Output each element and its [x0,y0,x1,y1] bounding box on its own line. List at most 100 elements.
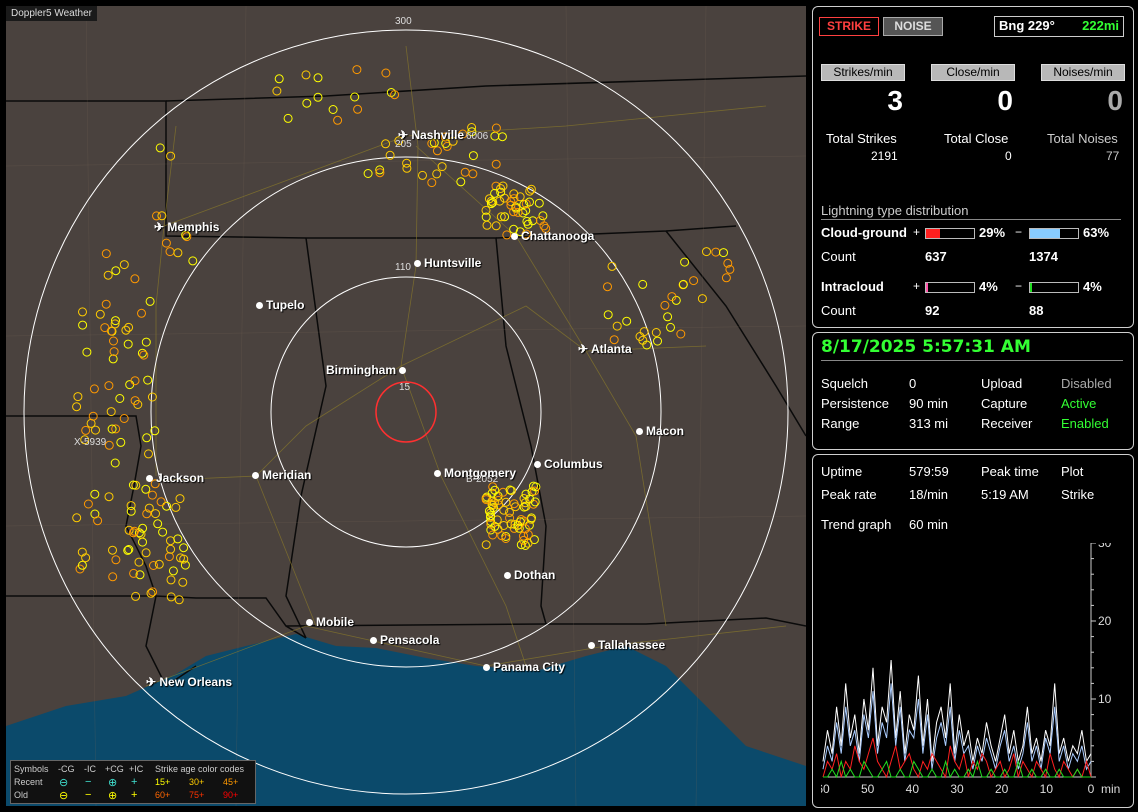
strike-marker [178,577,188,587]
strike-mode-button[interactable]: STRIKE [819,17,879,36]
cg-negative-count: 1374 [1029,249,1058,264]
trend-graph-label: Trend graph [821,517,892,532]
strike-marker [138,537,147,547]
distribution-title: Lightning type distribution [821,203,969,218]
strike-marker [509,499,519,509]
trend-x-tick-label: 60 [821,782,830,796]
strike-marker [155,143,165,153]
strike-marker [115,394,125,403]
receiver-label: Receiver [981,416,1033,431]
strike-marker [427,178,437,188]
cg-negative-fill [1030,229,1060,238]
legend-symbol-icon: ⊕ [108,790,118,802]
trend-x-tick-label: 10 [1040,782,1054,796]
total-close-label: Total Close [944,131,1009,146]
legend-age: 90+ [223,790,239,800]
strike-marker [432,169,442,179]
strike-marker [491,221,501,231]
city-dot-icon [434,470,441,478]
city-macon: Macon [636,424,684,438]
trend-y-tick-label: 20 [1098,614,1112,628]
ic-negative-pct: 4% [1083,279,1102,294]
total-strikes-value: 2191 [871,149,898,163]
strike-marker [468,169,478,179]
strike-marker [158,527,168,537]
strike-marker [702,247,711,257]
plot-label: Plot [1061,464,1084,479]
cg-positive-bar [925,228,975,239]
strike-marker [666,322,675,332]
range-label: Range [821,416,860,431]
cg-negative-pct: 63% [1083,225,1110,240]
strike-marker [660,300,670,310]
strike-marker [525,186,535,196]
cg-positive-count: 637 [925,249,947,264]
status-panel: 8/17/2025 5:57:31 AM Squelch 0 Upload Di… [812,332,1134,450]
legend-col-cg-neg: -CG [58,764,75,774]
receiver-value: Enabled [1061,416,1109,431]
strike-marker [499,521,509,530]
strike-marker [145,296,155,306]
trend-x-tick-label: 20 [995,782,1009,796]
strike-marker [168,566,178,576]
strike-marker [125,380,135,390]
strike-marker [82,347,92,357]
storm-cell-label: X-5939 [74,437,107,448]
legend-symbol-icon: + [131,789,138,801]
ic-positive-fill [926,283,928,292]
strike-marker [103,270,113,280]
strike-marker [108,354,118,364]
strike-marker [152,211,161,221]
strike-marker [482,220,492,230]
total-noises-label: Total Noises [1047,131,1118,146]
strike-marker [89,384,99,394]
strike-marker [173,534,183,544]
strike-marker [151,509,160,519]
airport-icon: ✈ [146,675,160,689]
city-tallahassee: Tallahassee [588,638,665,652]
strike-marker [165,247,175,257]
trend-panel: Uptime 579:59 Peak time Plot Peak rate 1… [812,454,1134,808]
city-dot-icon [636,428,643,436]
plus-sign: + [913,225,921,239]
city-tupelo: Tupelo [256,298,304,312]
strike-marker [130,274,140,284]
strike-marker [153,519,163,529]
strike-marker [173,248,183,258]
legend-symbol-icon: ⊕ [108,777,118,789]
total-strikes-label: Total Strikes [826,131,897,146]
lightning-map[interactable]: Doppler5 Weather 300 205 110 15 ✈ Nashvi… [6,6,806,806]
strike-marker [137,308,146,318]
strike-marker [711,247,721,257]
legend-row-header: Symbols [14,764,49,774]
strike-marker [534,198,544,208]
strike-marker [175,494,185,504]
noise-mode-button[interactable]: NOISE [883,17,943,36]
bearing-distance: 222mi [1082,18,1119,33]
city-nashville: ✈ Nashville [398,128,465,142]
strike-marker [676,329,686,339]
legend-col-cg-pos: +CG [105,764,124,774]
current-datetime: 8/17/2025 5:57:31 AM [821,337,1031,357]
plot-value: Strike [1061,487,1095,502]
strike-marker [456,177,466,187]
noises-per-min-value: 0 [1107,85,1123,116]
strike-marker [73,392,83,402]
strike-marker [141,337,151,347]
strikes-per-min-header: Strikes/min [821,64,905,81]
peak-rate-label: Peak rate [821,487,877,502]
highways [145,45,787,687]
city-dot-icon [306,619,313,627]
strike-marker [78,320,88,330]
strike-marker [164,552,174,562]
strike-marker [663,312,673,322]
strikes-per-min-value: 3 [887,85,903,116]
airport-icon: ✈ [398,128,412,142]
uptime-value: 579:59 [909,464,949,479]
range-value: 313 mi [909,416,949,431]
trend-series-line [823,759,1091,779]
minus-sign: − [1015,279,1023,293]
bearing-readout: Bng 229° 222mi [994,16,1124,37]
strike-marker [106,407,116,417]
capture-label: Capture [981,396,1028,411]
